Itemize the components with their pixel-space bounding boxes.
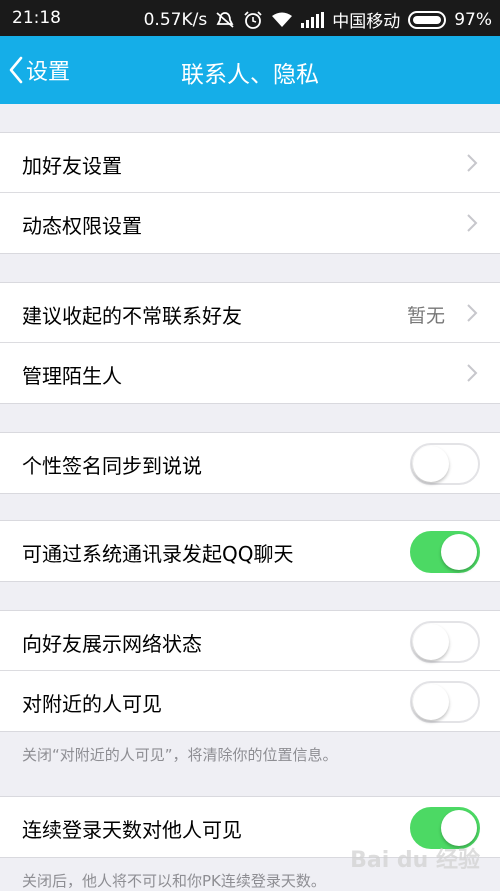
- toggle-knob: [413, 684, 449, 720]
- friend-settings-group: 加好友设置 动态权限设置: [0, 132, 500, 254]
- toggle-knob: [441, 534, 477, 570]
- row-value: 暂无: [406, 305, 445, 327]
- chevron-right-icon: [467, 304, 478, 322]
- battery-icon: [408, 10, 447, 29]
- signature-sync-group: 个性签名同步到说说: [0, 432, 500, 494]
- battery-percent: 97%: [454, 9, 492, 30]
- row-label: 个性签名同步到说说: [22, 454, 202, 478]
- manage-strangers-row[interactable]: 管理陌生人: [0, 343, 500, 403]
- show-network-status-row: 向好友展示网络状态: [0, 611, 500, 671]
- toggle-knob: [441, 810, 477, 846]
- row-label: 可通过系统通讯录发起QQ聊天: [22, 542, 294, 566]
- contacts-management-group: 建议收起的不常联系好友 暂无 管理陌生人: [0, 282, 500, 404]
- row-label: 动态权限设置: [22, 214, 142, 238]
- row-label: 向好友展示网络状态: [22, 632, 202, 656]
- row-label: 连续登录天数对他人可见: [22, 818, 242, 842]
- inactive-friends-row[interactable]: 建议收起的不常联系好友 暂无: [0, 283, 500, 343]
- status-bar: 21:18 0.57K/s 中国移动 97%: [0, 0, 500, 36]
- carrier-name: 中国移动: [332, 12, 401, 32]
- row-label: 加好友设置: [22, 154, 122, 178]
- mute-icon: [216, 11, 234, 28]
- signal-icon: [301, 11, 325, 28]
- chevron-right-icon: [467, 154, 478, 172]
- nearby-visibility-note: 关闭“对附近的人可见”，将清除你的位置信息。: [22, 746, 338, 764]
- alarm-icon: [244, 10, 262, 29]
- address-book-chat-row: 可通过系统通讯录发起QQ聊天: [0, 521, 500, 581]
- visible-to-nearby-row: 对附近的人可见: [0, 671, 500, 731]
- visible-to-nearby-toggle[interactable]: [410, 681, 480, 723]
- toggle-knob: [413, 446, 449, 482]
- toggle-knob: [413, 624, 449, 660]
- nav-bar: 设置 联系人、隐私: [0, 36, 500, 104]
- row-label: 管理陌生人: [22, 364, 122, 388]
- chevron-right-icon: [467, 214, 478, 232]
- status-time: 21:18: [12, 8, 61, 28]
- wifi-icon: [272, 12, 293, 27]
- chevron-right-icon: [467, 364, 478, 382]
- status-indicators: 0.57K/s 中国移动 97%: [143, 7, 492, 33]
- show-network-status-toggle[interactable]: [410, 621, 480, 663]
- page-title: 联系人、隐私: [181, 62, 319, 88]
- login-streak-note: 关闭后，他人将不可以和你PK连续登录天数。: [22, 872, 326, 890]
- signature-sync-row: 个性签名同步到说说: [0, 433, 500, 493]
- add-friend-settings-row[interactable]: 加好友设置: [0, 133, 500, 193]
- network-speed: 0.57K/s: [143, 9, 208, 30]
- feed-permission-settings-row[interactable]: 动态权限设置: [0, 193, 500, 253]
- signature-sync-toggle[interactable]: [410, 443, 480, 485]
- visibility-group: 向好友展示网络状态 对附近的人可见: [0, 610, 500, 732]
- row-label: 建议收起的不常联系好友: [22, 304, 242, 328]
- address-book-chat-group: 可通过系统通讯录发起QQ聊天: [0, 520, 500, 582]
- watermark: Bai du 经验: [350, 848, 480, 873]
- row-label: 对附近的人可见: [22, 692, 162, 716]
- address-book-chat-toggle[interactable]: [410, 531, 480, 573]
